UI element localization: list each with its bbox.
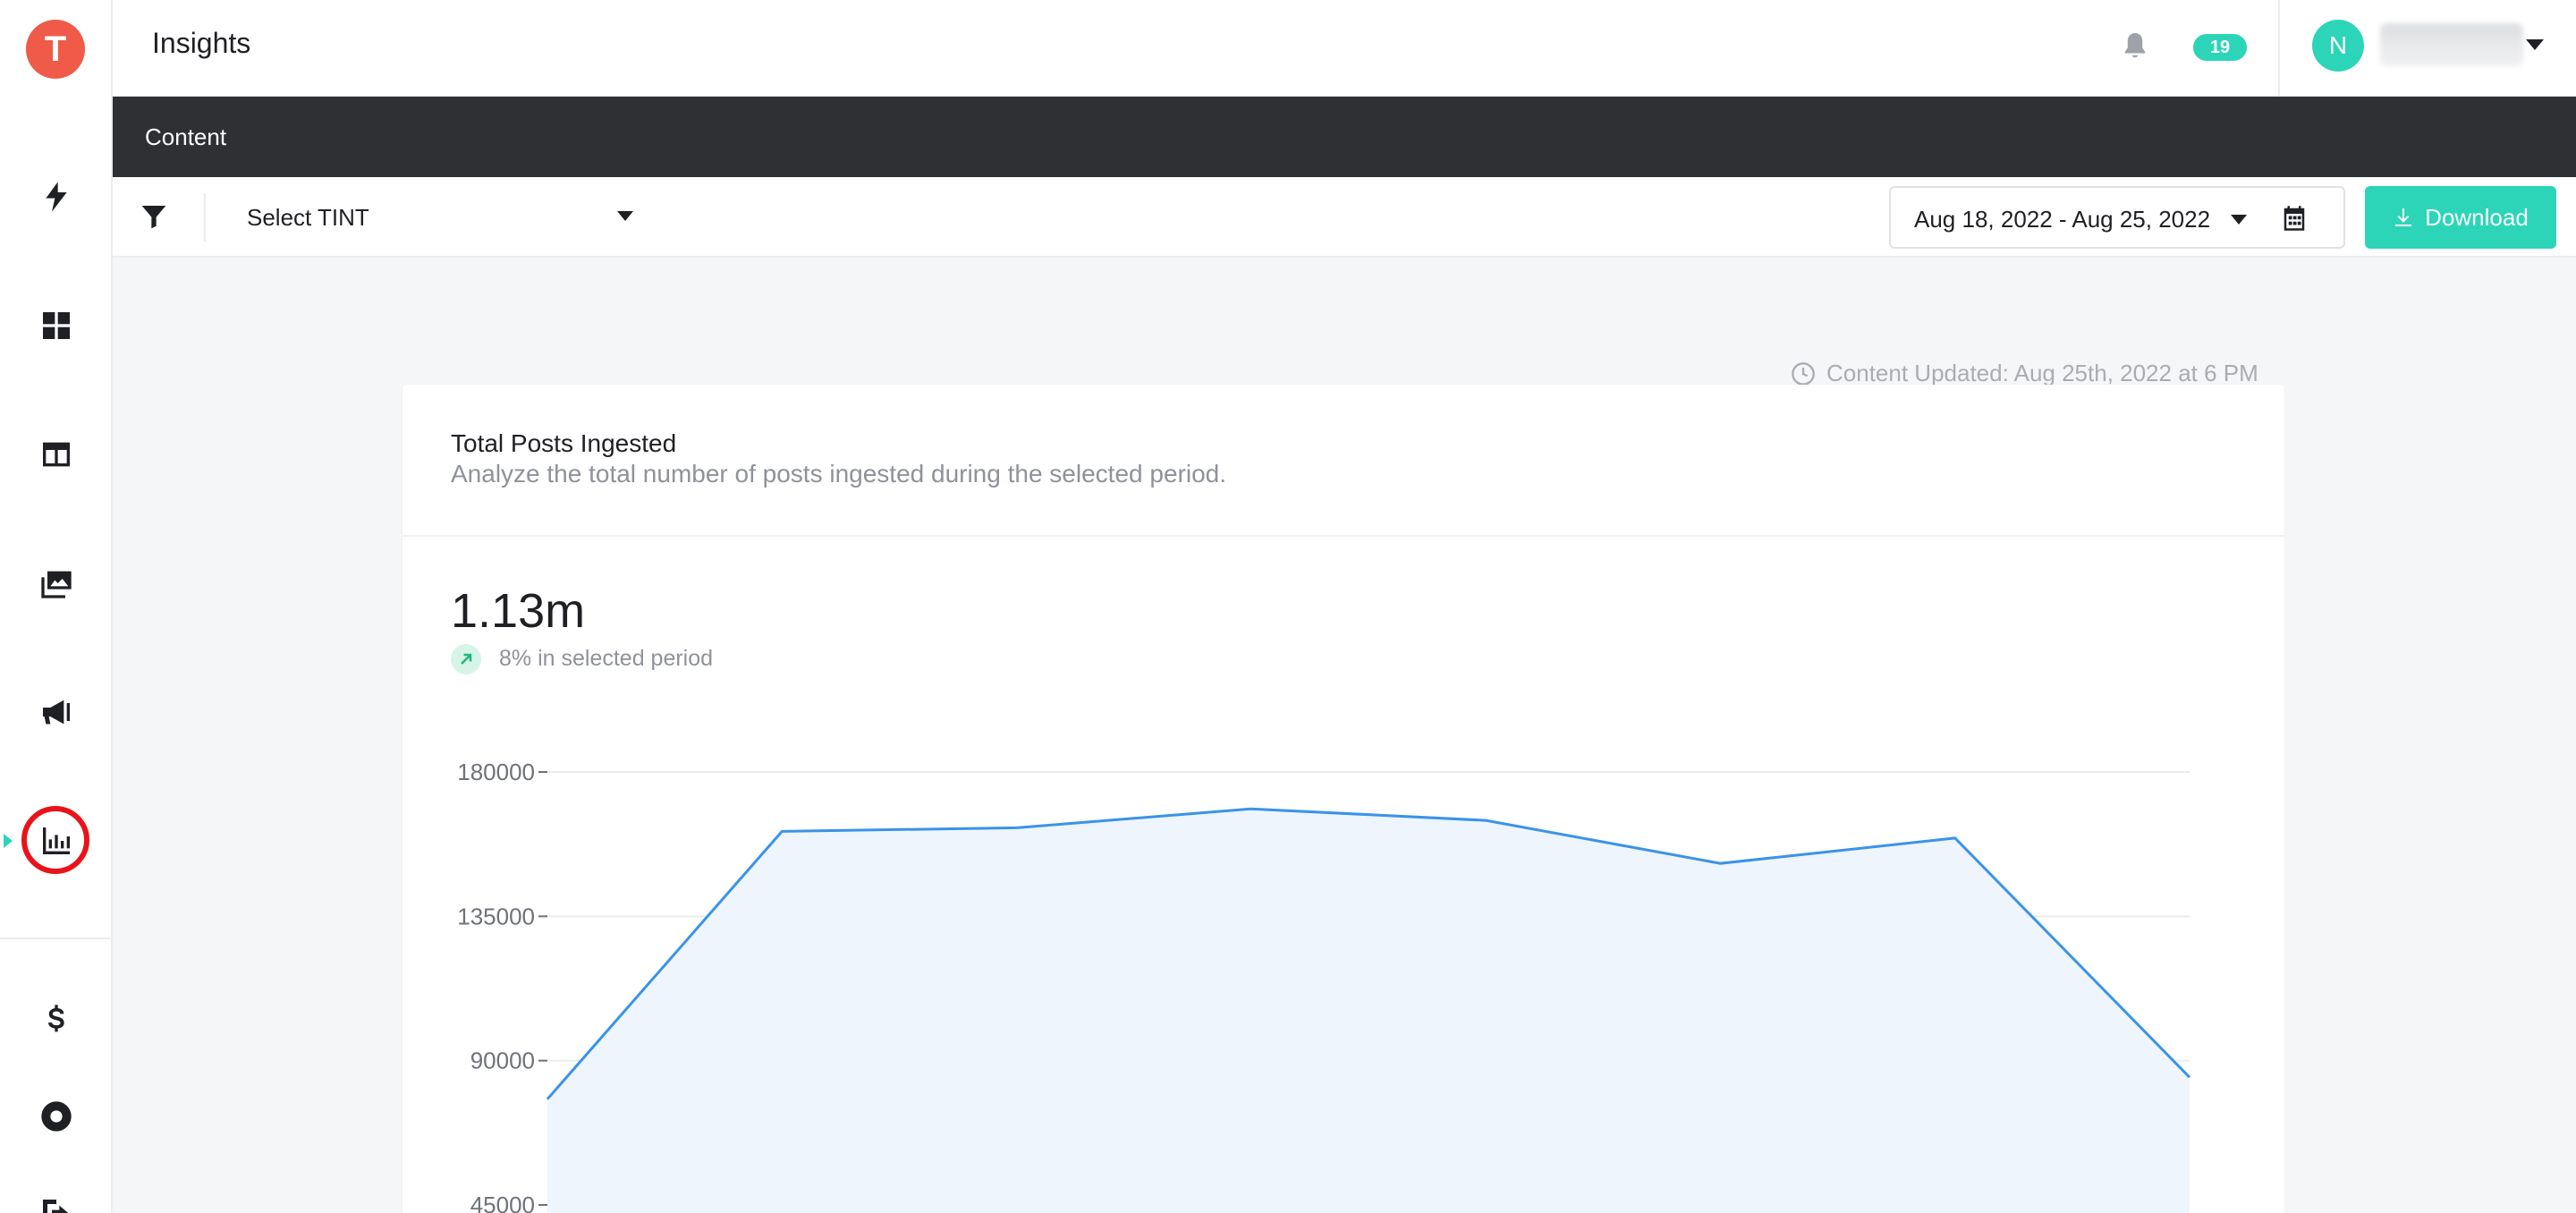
chevron-down-icon bbox=[2231, 215, 2247, 225]
card-subtitle: Analyze the total number of posts ingest… bbox=[451, 460, 1226, 488]
nav-insights[interactable] bbox=[0, 805, 113, 877]
section-title: Content bbox=[145, 123, 227, 150]
nav-billing[interactable] bbox=[0, 984, 113, 1056]
top-header: Insights 19 N bbox=[113, 0, 2576, 97]
section-bar: Content bbox=[113, 97, 2576, 177]
bar-chart-icon bbox=[43, 827, 70, 854]
filter-button[interactable] bbox=[140, 202, 168, 231]
download-icon bbox=[2395, 208, 2412, 226]
nav-campaigns[interactable] bbox=[0, 676, 113, 748]
megaphone-icon bbox=[43, 700, 70, 725]
tint-logo[interactable]: T bbox=[26, 20, 85, 79]
calendar-icon bbox=[2281, 204, 2308, 233]
active-nav-pointer bbox=[4, 834, 13, 848]
media-gallery-icon bbox=[41, 571, 72, 598]
lifebuoy-icon bbox=[41, 1101, 72, 1132]
lightning-icon bbox=[46, 182, 67, 212]
download-label: Download bbox=[2425, 203, 2529, 231]
filter-separator bbox=[204, 193, 206, 242]
clock-icon bbox=[1792, 361, 1815, 386]
logout-icon bbox=[43, 1200, 69, 1213]
trend-text: 8% in selected period bbox=[499, 646, 714, 671]
content-updated-notice: Content Updated: Aug 25th, 2022 at 6 PM bbox=[1791, 360, 2258, 387]
nav-dashboard[interactable] bbox=[0, 290, 113, 361]
nav-media[interactable] bbox=[0, 547, 113, 619]
tint-select[interactable]: Select TINT bbox=[247, 193, 633, 242]
bell-icon bbox=[2124, 33, 2146, 58]
date-range-picker[interactable]: Aug 18, 2022 - Aug 25, 2022 bbox=[1889, 186, 2345, 249]
user-avatar[interactable]: N bbox=[2312, 20, 2364, 72]
trend-up-badge bbox=[451, 644, 481, 674]
filter-bar: Select TINT Aug 18, 2022 - Aug 25, 2022 … bbox=[113, 177, 2576, 258]
sidebar-divider bbox=[0, 937, 111, 939]
chevron-down-icon[interactable] bbox=[2526, 39, 2544, 50]
nav-help[interactable] bbox=[0, 1081, 113, 1152]
notifications-button[interactable] bbox=[2119, 30, 2151, 63]
logo-letter: T bbox=[44, 30, 67, 69]
arrow-up-right-icon bbox=[461, 653, 472, 665]
card-title: Total Posts Ingested bbox=[451, 429, 677, 457]
tint-select-label: Select TINT bbox=[247, 203, 369, 231]
dollar-icon bbox=[48, 1005, 64, 1032]
chevron-down-icon bbox=[617, 211, 633, 221]
page-title: Insights bbox=[152, 27, 251, 59]
total-posts-card: Total Posts Ingested Analyze the total n… bbox=[402, 385, 2284, 1213]
sidebar: T bbox=[0, 0, 113, 1213]
layout-icon bbox=[43, 442, 70, 467]
nav-layout[interactable] bbox=[0, 419, 113, 490]
date-range-label: Aug 18, 2022 - Aug 25, 2022 bbox=[1914, 206, 2211, 233]
nav-lightning[interactable] bbox=[0, 161, 113, 233]
metric-value: 1.13m bbox=[451, 584, 586, 638]
header-divider bbox=[2278, 0, 2280, 97]
dashboard-grid-icon bbox=[43, 312, 70, 339]
content-updated-text: Content Updated: Aug 25th, 2022 at 6 PM bbox=[1826, 360, 2258, 386]
notification-count-badge[interactable]: 19 bbox=[2193, 34, 2247, 61]
nav-logout[interactable] bbox=[0, 1177, 113, 1213]
card-header: Total Posts Ingested Analyze the total n… bbox=[402, 385, 2284, 537]
user-name-redacted[interactable] bbox=[2380, 23, 2523, 66]
filter-icon bbox=[141, 206, 166, 229]
download-button[interactable]: Download bbox=[2365, 186, 2556, 249]
